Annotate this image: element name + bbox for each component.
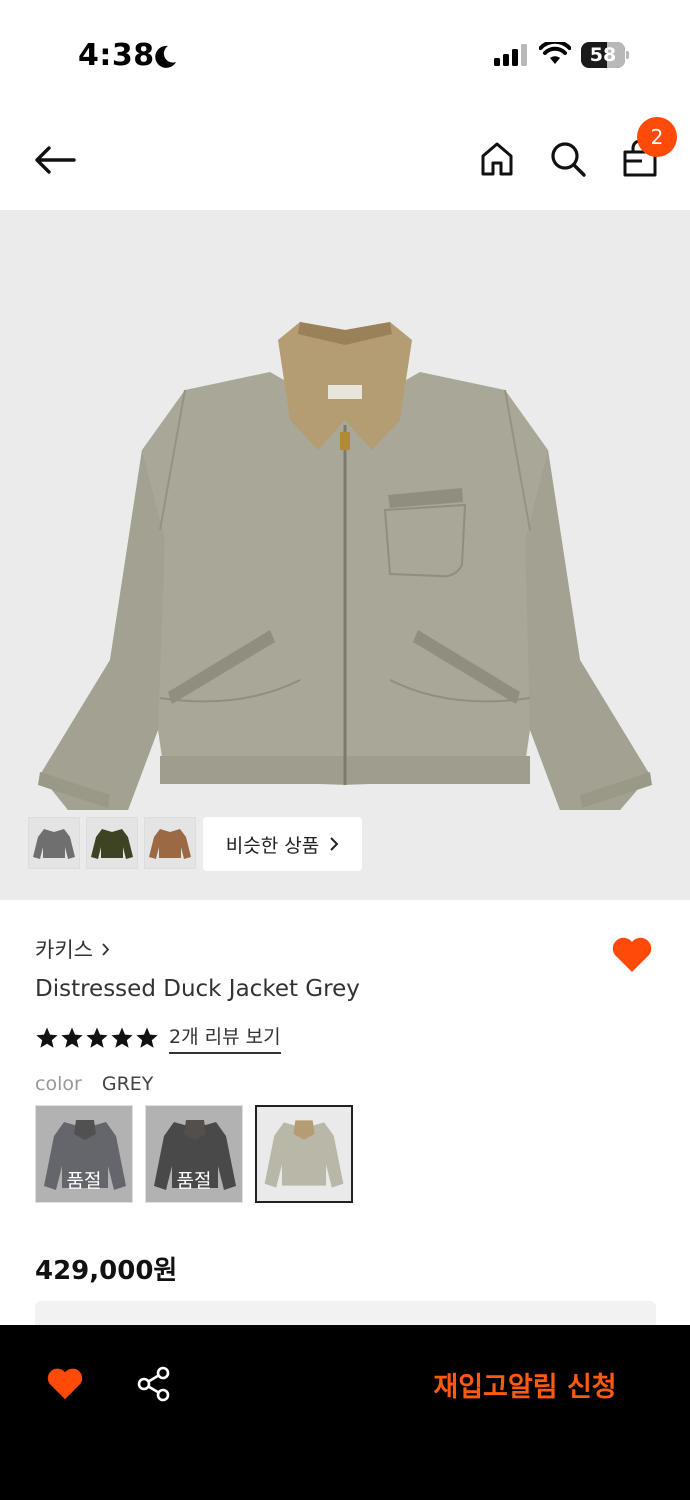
cart-count-badge: 2 (637, 117, 677, 157)
home-button[interactable] (474, 136, 520, 182)
swatch-black[interactable]: 품절 (145, 1105, 243, 1203)
chevron-right-icon (102, 942, 110, 956)
thumbnail-olive[interactable] (86, 817, 138, 869)
like-button[interactable] (43, 1362, 87, 1406)
color-value: GREY (101, 1073, 154, 1095)
star-icon (136, 1027, 158, 1048)
star-icon (36, 1027, 58, 1048)
star-icon (86, 1027, 108, 1048)
star-icon (61, 1027, 83, 1048)
sold-out-label: 품절 (176, 1170, 212, 1192)
jacket-image (38, 322, 652, 810)
color-label: color (35, 1073, 82, 1095)
sold-out-label: 품절 (66, 1170, 102, 1192)
bottom-action-bar: 재입고알림 신청 (0, 1325, 690, 1500)
wishlist-button[interactable] (610, 933, 654, 977)
star-icon (111, 1027, 133, 1048)
heart-icon (47, 1368, 83, 1400)
similar-products-label: 비슷한 상품 (225, 834, 320, 857)
rating-row: 2개 리뷰 보기 (35, 1022, 281, 1054)
product-image[interactable]: 비슷한 상품 (0, 210, 690, 900)
jacket-thumbnail-grey-icon (33, 829, 75, 859)
wifi-icon (538, 39, 572, 70)
jacket-swatch-grey-icon (264, 1120, 344, 1188)
similar-products-button[interactable]: 비슷한 상품 (203, 817, 362, 871)
home-icon (481, 142, 513, 176)
moon-icon (152, 44, 178, 74)
status-bar: 4:38 58 (0, 0, 690, 110)
swatch-charcoal[interactable]: 품절 (35, 1105, 133, 1203)
color-swatches: 품절 품절 (35, 1105, 353, 1203)
heart-icon (612, 937, 652, 972)
share-button[interactable] (132, 1362, 176, 1406)
star-rating (35, 1026, 159, 1050)
jacket-thumbnail-olive-icon (91, 829, 133, 859)
color-info: color GREY (35, 1073, 153, 1095)
product-price: 429,000원 (35, 1256, 178, 1286)
chevron-right-icon (330, 837, 339, 851)
battery-level: 58 (589, 44, 617, 66)
back-arrow-icon (35, 146, 76, 174)
top-nav (0, 110, 690, 210)
thumbnail-brown[interactable] (144, 817, 196, 869)
battery-icon: 58 (581, 42, 629, 68)
search-button[interactable] (545, 136, 591, 182)
reviews-link[interactable]: 2개 리뷰 보기 (169, 1022, 281, 1054)
status-time: 4:38 (78, 38, 155, 73)
signal-icon (494, 44, 530, 70)
search-icon (551, 142, 586, 177)
thumbnail-grey[interactable] (28, 817, 80, 869)
back-button[interactable] (30, 138, 80, 182)
jacket-thumbnail-brown-icon (149, 829, 191, 859)
brand-link[interactable]: 카키스 (35, 934, 110, 964)
restock-alert-button[interactable]: 재입고알림 신청 (410, 1355, 640, 1413)
swatch-grey[interactable] (255, 1105, 353, 1203)
color-thumbnails (28, 817, 196, 869)
brand-name: 카키스 (35, 938, 93, 962)
product-name: Distressed Duck Jacket Grey (35, 976, 360, 1002)
share-icon (137, 1366, 170, 1402)
